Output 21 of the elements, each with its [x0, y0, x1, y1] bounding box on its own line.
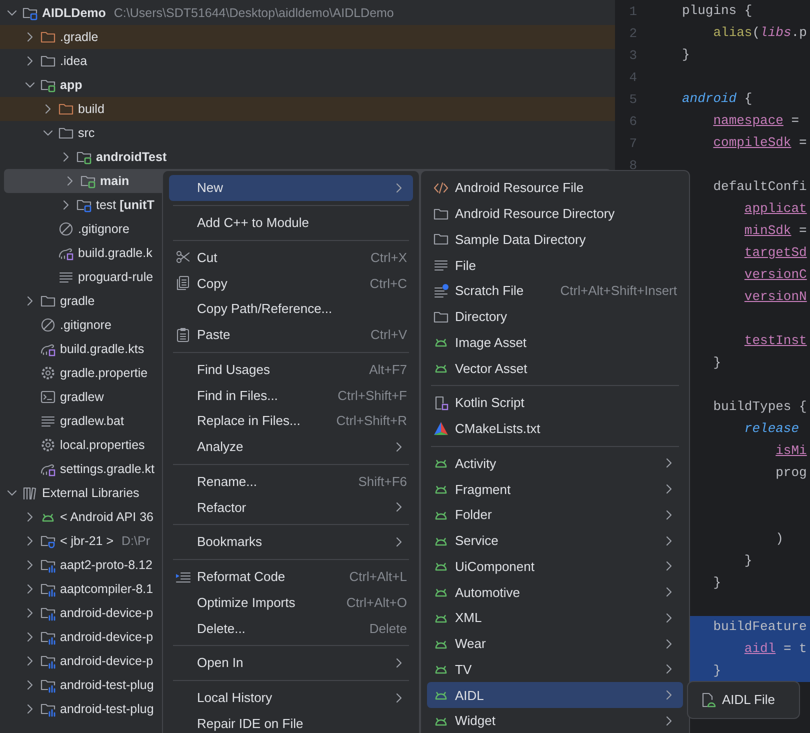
- code-line: plugins {: [682, 2, 754, 20]
- code-line: ): [774, 530, 784, 548]
- code-line: }: [743, 552, 754, 570]
- code-line: prog: [774, 464, 808, 482]
- code-line: minSdk =: [743, 222, 808, 240]
- code-line: applicat: [743, 200, 808, 218]
- code-line: }: [712, 574, 722, 592]
- code-line: buildTypes {: [712, 398, 808, 416]
- code-line: testInst: [743, 332, 808, 350]
- code-line: alias(libs.p: [712, 24, 808, 42]
- code-line: release: [743, 420, 800, 438]
- code-line: compileSdk =: [712, 134, 808, 152]
- code-line: versionN: [743, 288, 808, 306]
- code-line: namespace =: [712, 112, 800, 130]
- code-line: }: [712, 354, 722, 372]
- code-line: android {: [682, 90, 754, 108]
- code-line: versionC: [743, 266, 808, 284]
- code-line: targetSd: [743, 244, 808, 262]
- code-line: isMi: [774, 442, 808, 460]
- code-line: defaultConfi: [712, 178, 808, 196]
- code-line: }: [682, 46, 691, 64]
